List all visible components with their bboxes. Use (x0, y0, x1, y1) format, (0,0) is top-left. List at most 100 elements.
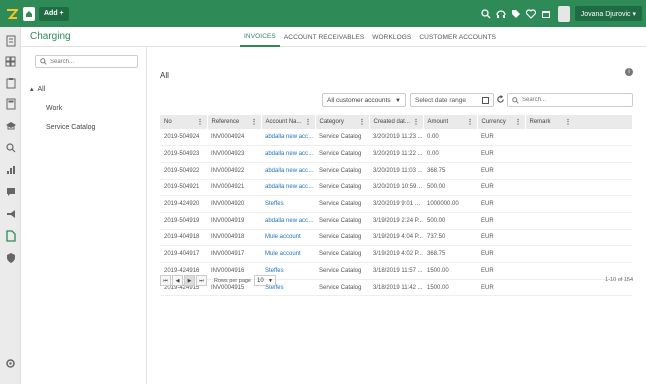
tab-bar: INVOICES ACCOUNT RECEIVABLES WORKLOGS CU… (240, 27, 500, 47)
user-menu-button[interactable]: Jovana Djurovic ▾ (574, 6, 642, 21)
column-header-no[interactable]: No ⋮ (160, 115, 208, 129)
column-menu-icon[interactable]: ⋮ (467, 118, 474, 126)
cell-account-name[interactable]: abdalla new acco... (261, 129, 315, 147)
tree-root[interactable]: ▴ All (30, 85, 46, 94)
cell-category: Service Catalog (315, 195, 369, 213)
tab-account-receivables[interactable]: ACCOUNT RECEIVABLES (280, 27, 368, 47)
column-header-created-date[interactable]: Created dat... ⋮ (369, 115, 424, 129)
next-page-button[interactable]: ▶ (184, 275, 195, 286)
cell-account-name[interactable]: Steffes (261, 195, 315, 213)
app-logo-icon[interactable] (5, 7, 19, 21)
table-row[interactable]: 2019-404917 INV0004917 Mule account Service… (160, 245, 632, 263)
cell-account-name[interactable]: abdalla new acco... (261, 179, 315, 197)
home-button[interactable] (23, 6, 35, 21)
tree-item-service-catalog[interactable]: Service Catalog (46, 124, 95, 131)
cell-amount: 368.75 (423, 162, 477, 180)
heart-icon[interactable] (525, 8, 536, 19)
column-header-account-name[interactable]: Account Na... ⋮ (261, 115, 316, 129)
rows-per-page-value: 10 (257, 277, 264, 284)
cell-reference: INV0004921 (207, 179, 261, 197)
settings-gear-icon[interactable] (4, 357, 17, 370)
column-menu-icon[interactable]: ⋮ (515, 118, 522, 126)
cell-account-name[interactable]: Mule account (261, 245, 315, 263)
first-page-button[interactable]: ⏮ (160, 275, 171, 286)
top-bar: Add + Jovana Djurovic ▾ (0, 0, 646, 27)
cell-category: Service Catalog (315, 212, 369, 230)
tree-item-work[interactable]: Work (46, 105, 62, 112)
info-icon[interactable]: i (625, 68, 633, 76)
invoice-icon[interactable] (4, 229, 17, 242)
cell-no: 2019-504922 (160, 162, 207, 180)
grid-icon[interactable] (4, 55, 17, 68)
search-icon[interactable] (481, 8, 491, 19)
cell-account-name[interactable]: abdalla new acco... (261, 145, 315, 163)
filter-value: All customer accounts (327, 96, 391, 104)
tab-worklogs[interactable]: WORKLOGS (368, 27, 415, 47)
column-menu-icon[interactable]: ⋮ (359, 118, 366, 126)
column-header-amount[interactable]: Amount ⋮ (423, 115, 478, 129)
tree-root-label: All (37, 85, 46, 93)
cell-category: Service Catalog (315, 262, 369, 280)
cell-account-name[interactable]: Mule account (261, 229, 315, 247)
cell-account-name[interactable]: abdalla new acco... (261, 162, 315, 180)
tab-invoices[interactable]: INVOICES (240, 27, 280, 47)
shield-check-icon[interactable] (4, 251, 17, 264)
date-placeholder: Select date range (415, 96, 466, 104)
column-header-remark[interactable]: Remark ⋮ (525, 115, 633, 129)
avatar[interactable] (557, 5, 570, 22)
table-row[interactable]: 2019-504921 INV0004921 abdalla new acco...… (160, 179, 632, 197)
search-icon[interactable] (4, 141, 17, 154)
column-menu-icon[interactable]: ⋮ (305, 118, 312, 126)
rows-per-page-select[interactable]: 10 ▼ (254, 275, 276, 286)
comment-icon[interactable] (4, 185, 17, 198)
table-row[interactable]: 2019-504924 INV0004924 abdalla new acco...… (160, 129, 632, 147)
sidebar-search-input[interactable] (50, 58, 135, 65)
column-menu-icon[interactable]: ⋮ (197, 118, 204, 126)
column-header-reference[interactable]: Reference ⋮ (207, 115, 262, 129)
cell-currency: EUR (477, 195, 525, 213)
add-button[interactable]: Add + (39, 6, 69, 21)
date-range-input[interactable]: Select date range (410, 93, 494, 107)
cell-category: Service Catalog (315, 245, 369, 263)
table-row[interactable]: 2019-504923 INV0004923 abdalla new acco...… (160, 145, 632, 163)
bar-chart-icon[interactable] (4, 163, 17, 176)
sidebar-search (35, 55, 138, 68)
section-title: All (160, 71, 169, 80)
megaphone-icon[interactable] (4, 207, 17, 220)
table-row[interactable]: 2019-504922 INV0004922 abdalla new acco...… (160, 162, 632, 180)
calendar-icon[interactable] (541, 9, 551, 19)
cell-currency: EUR (477, 162, 525, 180)
table-row[interactable]: 2019-404918 INV0004918 Mule account Service… (160, 229, 632, 247)
column-menu-icon[interactable]: ⋮ (251, 118, 258, 126)
headset-icon[interactable] (496, 9, 506, 19)
cell-currency: EUR (477, 279, 525, 297)
cell-account-name[interactable]: abdalla new acco... (261, 212, 315, 230)
table-search-input[interactable] (522, 97, 622, 103)
cell-created-date: 3/20/2019 11:03 ... (369, 162, 423, 180)
cell-reference: INV0004923 (207, 145, 261, 163)
column-menu-icon[interactable]: ⋮ (413, 118, 420, 126)
table-row[interactable]: 2019-504919 INV0004919 abdalla new acco...… (160, 212, 632, 230)
column-menu-icon[interactable]: ⋮ (565, 118, 572, 126)
clipboard-icon[interactable] (4, 76, 17, 89)
previous-page-button[interactable]: ◀ (172, 275, 183, 286)
tag-icon[interactable] (511, 9, 521, 19)
graduation-cap-icon[interactable] (4, 119, 17, 132)
rows-per-page-label: Rows per page (214, 277, 251, 284)
cell-no: 2019-404918 (160, 229, 207, 247)
calculator-icon[interactable] (4, 97, 17, 110)
column-header-category[interactable]: Category ⋮ (315, 115, 370, 129)
document-icon[interactable] (4, 34, 17, 47)
cell-amount: 737.50 (423, 229, 477, 247)
table-row[interactable]: 2019-424920 INV0004920 Steffes Service Cata… (160, 195, 632, 213)
cell-remark (525, 229, 632, 247)
customer-account-filter[interactable]: All customer accounts ▼ (322, 93, 406, 107)
last-page-button[interactable]: ⏭ (196, 275, 207, 286)
cell-category: Service Catalog (315, 179, 369, 197)
caret-down-icon[interactable]: ▴ (30, 85, 34, 93)
cell-created-date: 3/20/2019 9:01 A... (369, 195, 423, 213)
refresh-icon[interactable] (496, 95, 505, 104)
column-header-currency[interactable]: Currency ⋮ (477, 115, 526, 129)
calendar-icon[interactable] (482, 97, 489, 104)
tab-customer-accounts[interactable]: CUSTOMER ACCOUNTS (415, 27, 500, 47)
